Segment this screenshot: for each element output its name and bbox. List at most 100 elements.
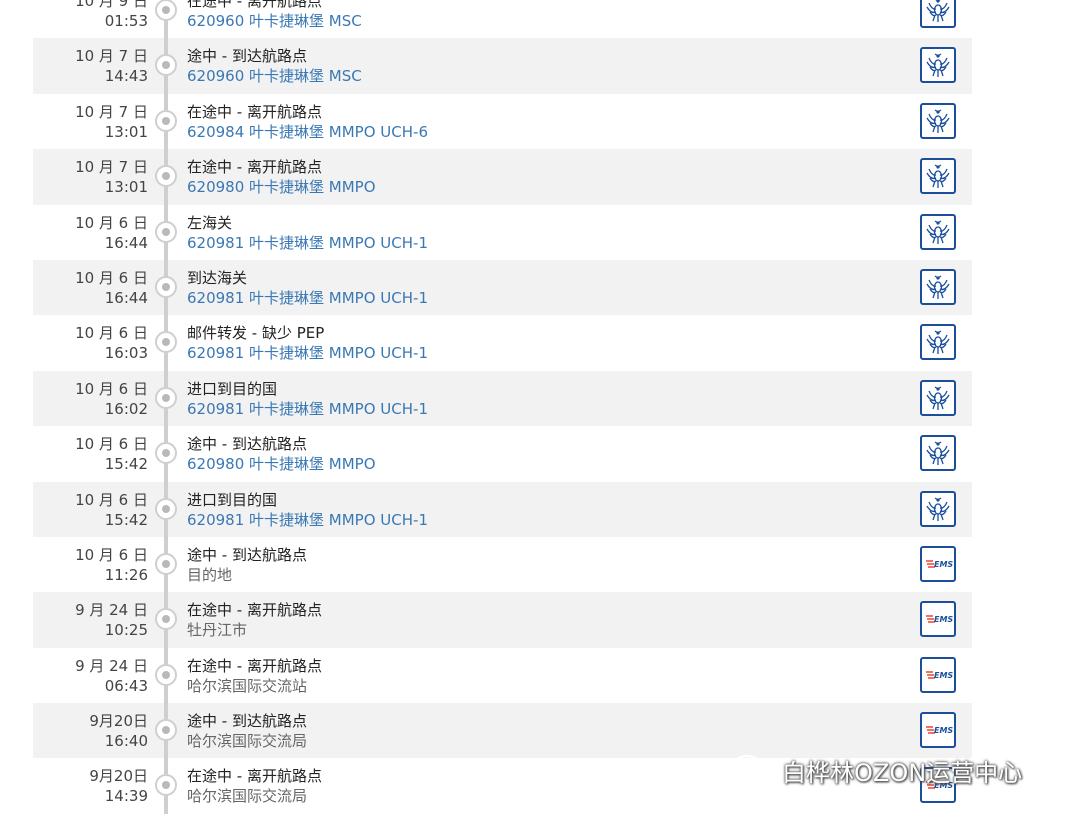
event-time: 16:02 <box>104 399 148 418</box>
timeline-rail <box>155 592 177 648</box>
tracking-event-row: 9月20日 16:40 途中 - 到达航路点 哈尔滨国际交流局 EMS <box>33 703 972 759</box>
event-date: 10 月 6 日 <box>75 268 148 287</box>
event-date: 10 月 7 日 <box>75 102 148 121</box>
timeline-dot-icon <box>155 0 177 21</box>
event-datetime: 10 月 6 日 16:44 <box>75 268 148 308</box>
event-datetime: 10 月 9 日 01:53 <box>75 0 148 31</box>
event-status: 在途中 - 离开航路点 <box>187 767 322 786</box>
timeline-rail <box>155 536 177 593</box>
timeline-dot-icon <box>155 497 177 520</box>
event-time: 11:26 <box>104 565 148 584</box>
tracking-event-row: 10 月 7 日 13:01 在途中 - 离开航路点 620980 叶卡捷琳堡 MMP… <box>33 149 972 205</box>
event-details: 进口到目的国 620981 叶卡捷琳堡 MMPO UCH-1 <box>187 490 428 530</box>
event-location[interactable]: 620980 叶卡捷琳堡 MMPO <box>187 177 376 197</box>
event-status: 途中 - 到达航路点 <box>187 435 307 454</box>
event-location[interactable]: 620981 叶卡捷琳堡 MMPO UCH-1 <box>187 510 428 530</box>
tracking-event-row: 10 月 6 日 16:44 左海关 620981 叶卡捷琳堡 MMPO UCH-1 <box>33 204 972 260</box>
event-time: 10:25 <box>104 621 148 640</box>
event-status: 在途中 - 离开航路点 <box>187 102 322 121</box>
timeline-rail <box>155 38 177 94</box>
event-time: 15:42 <box>104 455 148 474</box>
event-status: 左海关 <box>187 213 233 232</box>
event-date: 10 月 6 日 <box>75 490 148 509</box>
event-location: 哈尔滨国际交流局 <box>187 732 308 751</box>
event-status: 进口到目的国 <box>187 490 278 509</box>
ems-logo-icon: EMS <box>920 545 956 582</box>
tracking-event-row: 9 月 24 日 06:43 在途中 - 离开航路点 哈尔滨国际交流站 EMS <box>33 647 972 704</box>
event-location[interactable]: 620981 叶卡捷琳堡 MMPO UCH-1 <box>187 288 428 308</box>
russian-post-eagle-icon <box>920 0 956 28</box>
tracking-event-row: 10 月 6 日 15:42 途中 - 到达航路点 620980 叶卡捷琳堡 MMPO <box>33 426 972 482</box>
event-status: 邮件转发 - 缺少 PEP <box>187 324 325 343</box>
event-datetime: 9 月 24 日 10:25 <box>75 600 148 640</box>
timeline-dot-icon <box>155 442 177 465</box>
tracking-event-row: 10 月 6 日 11:26 途中 - 到达航路点 目的地 EMS <box>33 536 972 593</box>
event-date: 9 月 24 日 <box>75 601 148 620</box>
event-location: 哈尔滨国际交流站 <box>187 676 308 695</box>
russian-post-eagle-icon <box>920 102 956 139</box>
event-status: 途中 - 到达航路点 <box>187 545 307 564</box>
timeline-dot-icon <box>155 109 177 132</box>
event-location[interactable]: 620980 叶卡捷琳堡 MMPO <box>187 454 376 474</box>
event-details: 途中 - 到达航路点 620980 叶卡捷琳堡 MMPO <box>187 434 376 474</box>
timeline-rail <box>155 315 177 371</box>
event-datetime: 10 月 6 日 15:42 <box>75 434 148 474</box>
event-date: 10 月 7 日 <box>75 158 148 177</box>
timeline-rail <box>155 0 177 39</box>
event-location[interactable]: 620960 叶卡捷琳堡 MSC <box>187 66 362 86</box>
event-details: 在途中 - 离开航路点 哈尔滨国际交流局 <box>187 766 322 806</box>
event-date: 9月20日 <box>89 712 148 731</box>
event-details: 在途中 - 离开航路点 牡丹江市 <box>187 600 322 640</box>
timeline-rail <box>155 93 177 150</box>
ems-logo-icon: EMS <box>920 712 956 749</box>
russian-post-eagle-icon <box>920 435 956 472</box>
event-location[interactable]: 620981 叶卡捷琳堡 MMPO UCH-1 <box>187 399 428 419</box>
event-location[interactable]: 620981 叶卡捷琳堡 MMPO UCH-1 <box>187 343 428 363</box>
tracking-event-row: 9 月 24 日 10:25 在途中 - 离开航路点 牡丹江市 EMS <box>33 592 972 648</box>
timeline-rail <box>155 758 177 814</box>
ems-label: EMS <box>934 671 953 680</box>
event-time: 14:43 <box>104 67 148 86</box>
ems-label: EMS <box>934 726 953 735</box>
event-datetime: 9月20日 14:39 <box>89 766 148 806</box>
event-datetime: 9 月 24 日 06:43 <box>75 656 148 696</box>
event-details: 在途中 - 离开航路点 620960 叶卡捷琳堡 MSC <box>187 0 362 31</box>
event-datetime: 10 月 6 日 16:44 <box>75 213 148 253</box>
event-datetime: 10 月 6 日 15:42 <box>75 490 148 530</box>
event-location[interactable]: 620981 叶卡捷琳堡 MMPO UCH-1 <box>187 233 428 253</box>
event-datetime: 9月20日 16:40 <box>89 711 148 751</box>
ems-logo-icon: EMS <box>920 656 956 693</box>
event-location: 牡丹江市 <box>187 621 248 640</box>
event-details: 在途中 - 离开航路点 哈尔滨国际交流站 <box>187 656 322 696</box>
timeline-rail <box>155 647 177 704</box>
timeline-rail <box>155 370 177 427</box>
event-details: 途中 - 到达航路点 哈尔滨国际交流局 <box>187 711 307 751</box>
ems-label: EMS <box>934 560 953 569</box>
timeline-dot-icon <box>155 774 177 797</box>
russian-post-eagle-icon <box>920 47 956 84</box>
event-details: 途中 - 到达航路点 目的地 <box>187 545 307 585</box>
event-datetime: 10 月 6 日 16:03 <box>75 323 148 363</box>
event-status: 到达海关 <box>187 268 248 287</box>
tracking-history-list: 10 月 9 日 01:53 在途中 - 离开航路点 620960 叶卡捷琳堡 MSC… <box>33 0 972 814</box>
event-status: 在途中 - 离开航路点 <box>187 601 322 620</box>
timeline-rail <box>155 703 177 759</box>
event-datetime: 10 月 6 日 16:02 <box>75 379 148 419</box>
russian-post-eagle-icon <box>920 490 956 527</box>
ems-label: EMS <box>934 615 953 624</box>
event-details: 在途中 - 离开航路点 620984 叶卡捷琳堡 MMPO UCH-6 <box>187 102 428 142</box>
wechat-icon <box>731 754 772 785</box>
timeline-dot-icon <box>155 608 177 631</box>
event-date: 10 月 6 日 <box>75 379 148 398</box>
event-details: 在途中 - 离开航路点 620980 叶卡捷琳堡 MMPO <box>187 157 376 197</box>
event-location[interactable]: 620960 叶卡捷琳堡 MSC <box>187 11 362 31</box>
timeline-dot-icon <box>155 552 177 575</box>
event-time: 13:01 <box>104 178 148 197</box>
tracking-event-row: 10 月 7 日 13:01 在途中 - 离开航路点 620984 叶卡捷琳堡 MMP… <box>33 93 972 150</box>
event-status: 在途中 - 离开航路点 <box>187 0 322 10</box>
event-status: 进口到目的国 <box>187 379 278 398</box>
event-location[interactable]: 620984 叶卡捷琳堡 MMPO UCH-6 <box>187 122 428 142</box>
event-time: 16:40 <box>104 732 148 751</box>
timeline-dot-icon <box>155 220 177 243</box>
russian-post-eagle-icon <box>920 379 956 416</box>
